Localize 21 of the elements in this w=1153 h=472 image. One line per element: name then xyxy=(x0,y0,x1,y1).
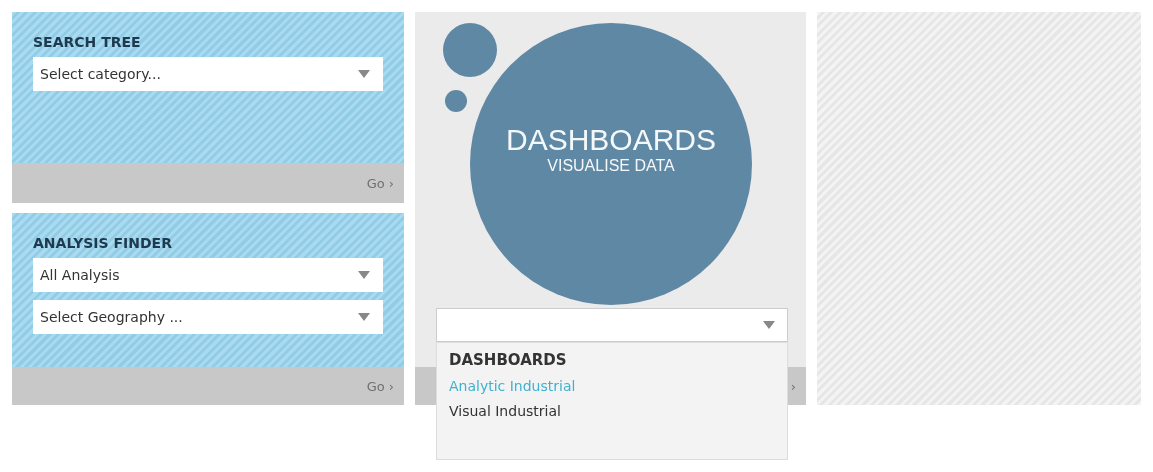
caret-icon xyxy=(358,271,370,279)
menu-header: DASHBOARDS xyxy=(449,351,568,369)
small-circle-icon xyxy=(445,90,467,112)
menu-item[interactable]: Analytic Industrial xyxy=(449,378,775,394)
dashboard-circle[interactable]: DASHBOARDS VISUALISE DATA xyxy=(470,23,752,305)
caret-icon xyxy=(358,313,370,321)
select-field[interactable]: All Analysis xyxy=(33,258,383,292)
small-circle-icon xyxy=(443,23,497,77)
select-field[interactable]: Select category... xyxy=(33,57,383,91)
go-link[interactable]: Go › xyxy=(366,175,394,191)
dashboard-subtitle: VISUALISE DATA xyxy=(547,157,675,175)
dashboard-title: DASHBOARDS xyxy=(505,123,716,157)
go-link[interactable]: › xyxy=(790,378,796,394)
dashboard-select[interactable] xyxy=(436,308,788,342)
caret-icon xyxy=(763,321,775,329)
panel-title: ANALYSIS FINDER xyxy=(33,235,173,251)
panel-title: SEARCH TREE xyxy=(33,34,142,50)
go-link[interactable]: Go › xyxy=(366,378,394,394)
caret-icon xyxy=(358,70,370,78)
select-field[interactable]: Select Geography ... xyxy=(33,300,383,334)
menu-item[interactable]: Visual Industrial xyxy=(449,403,775,419)
